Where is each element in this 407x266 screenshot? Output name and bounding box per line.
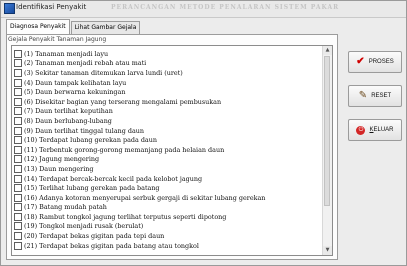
symptom-checkbox[interactable] [14,184,22,193]
symptom-label: (12) Jagung mengering [24,155,100,164]
tab-lihat-gambar-gejala[interactable]: Lihat Gambar Gejala [70,21,141,34]
symptom-item[interactable]: (12) Jagung mengering [14,155,322,165]
symptom-label: (9) Daun terlihat tinggal tulang daun [24,126,145,135]
symptom-label: (5) Daun berwarna kekuningan [24,88,126,97]
proses-button[interactable]: ✔ PROSES [348,51,402,73]
symptom-checkbox[interactable] [14,232,22,241]
symptom-item[interactable]: (5) Daun berwarna kekuningan [14,87,322,97]
group-label: Gejala Penyakit Tanaman Jagung [7,36,108,43]
symptom-item[interactable]: (14) Terdapat bercak-bercak kecil pada k… [14,174,322,184]
symptom-label: (17) Batang mudah patah [24,203,107,212]
symptom-checkbox[interactable] [14,78,22,87]
check-icon: ✔ [356,56,365,67]
scroll-thumb[interactable] [324,56,330,206]
keluar-button[interactable]: ⏻ KELUAR [348,119,402,141]
symptom-label: (1) Tanaman menjadi layu [24,49,109,58]
symptom-item[interactable]: (20) Terdapat bekas gigitan pada tepi da… [14,231,322,241]
symptom-list: (1) Tanaman menjadi layu (2) Tanaman menj… [14,49,322,250]
symptom-item[interactable]: (10) Terdapat lubang gerekan pada daun [14,135,322,145]
symptom-item[interactable]: (19) Tongkol menjadi rusak (berulat) [14,222,322,232]
symptom-item[interactable]: (13) Daun mengering [14,164,322,174]
symptom-item[interactable]: (18) Rambut tongkol jagung terlihat terp… [14,212,322,222]
symptom-checkbox[interactable] [14,203,22,212]
reset-button[interactable]: ✎ RESET [348,85,402,107]
tab-strip: Diagnosa Penyakit Lihat Gambar Gejala [6,19,141,34]
symptom-item[interactable]: (4) Daun tampak kelihatan layu [14,78,322,88]
symptom-item[interactable]: (17) Batang mudah patah [14,203,322,213]
symptom-checkbox[interactable] [14,88,22,97]
vertical-scrollbar[interactable]: ▲ ▼ [322,46,332,255]
symptom-item[interactable]: (15) Terlihat lubang gerekan pada batang [14,183,322,193]
symptom-checkbox[interactable] [14,212,22,221]
symptom-label: (18) Rambut tongkol jagung terlihat terp… [24,212,227,221]
symptom-checkbox[interactable] [14,59,22,68]
symptom-label: (6) Disekitar bagian yang terserang meng… [24,97,222,106]
scroll-up-icon[interactable]: ▲ [323,46,332,55]
symptom-checkbox[interactable] [14,241,22,250]
symptom-checkbox[interactable] [14,222,22,231]
symptom-checkbox[interactable] [14,155,22,164]
window-title: Identifikasi Penyakit [16,3,87,11]
app-icon [4,3,15,14]
symptom-checkbox[interactable] [14,164,22,173]
symptom-item[interactable]: (2) Tanaman menjadi rebah atau mati [14,59,322,69]
exit-icon: ⏻ [356,125,366,135]
symptom-label: (4) Daun tampak kelihatan layu [24,78,127,87]
banner-title: PERANCANGAN METODE PENALARAN SISTEM PAKA… [111,4,340,11]
symptom-checkbox[interactable] [14,136,22,145]
keluar-button-label: KELUAR [369,127,394,133]
proses-button-label: PROSES [368,59,394,65]
symptom-label: (15) Terlihat lubang gerekan pada batang [24,184,160,193]
symptom-checkbox[interactable] [14,193,22,202]
symptom-label: (19) Tongkol menjadi rusak (berulat) [24,222,144,231]
symptom-checkbox[interactable] [14,116,22,125]
symptom-label: (21) Terdapat bekas gigitan pada batang … [24,241,199,250]
symptom-label: (16) Adanya kotoran menyerupai serbuk ge… [24,193,266,202]
symptom-item[interactable]: (16) Adanya kotoran menyerupai serbuk ge… [14,193,322,203]
symptom-checklist[interactable]: (1) Tanaman menjadi layu (2) Tanaman menj… [11,45,333,256]
symptom-checkbox[interactable] [14,145,22,154]
symptom-label: (14) Terdapat bercak-bercak kecil pada k… [24,174,203,183]
symptom-item[interactable]: (3) Sekitar tanaman ditemukan larva lund… [14,68,322,78]
symptom-checkbox[interactable] [14,107,22,116]
symptom-label: (3) Sekitar tanaman ditemukan larva lund… [24,68,183,77]
symptom-label: (10) Terdapat lubang gerekan pada daun [24,136,157,145]
symptom-item[interactable]: (1) Tanaman menjadi layu [14,49,322,59]
symptom-item[interactable]: (21) Terdapat bekas gigitan pada batang … [14,241,322,251]
title-bar: Identifikasi Penyakit PERANCANGAN METODE… [1,1,406,18]
symptom-item[interactable]: (7) Daun terlihat keputihan [14,107,322,117]
symptom-item[interactable]: (8) Daun berlubang-lubang [14,116,322,126]
symptom-checkbox[interactable] [14,49,22,58]
symptom-checkbox[interactable] [14,68,22,77]
symptom-item[interactable]: (11) Terbentuk gorong-gorong memanjang p… [14,145,322,155]
symptom-checkbox[interactable] [14,97,22,106]
scroll-down-icon[interactable]: ▼ [323,246,332,255]
symptom-label: (13) Daun mengering [24,164,94,173]
broom-icon: ✎ [358,90,368,101]
symptom-label: (7) Daun terlihat keputihan [24,107,113,116]
symptom-item[interactable]: (6) Disekitar bagian yang terserang meng… [14,97,322,107]
symptom-label: (2) Tanaman menjadi rebah atau mati [24,59,147,68]
symptom-label: (20) Terdapat bekas gigitan pada tepi da… [24,232,165,241]
app-window: Identifikasi Penyakit PERANCANGAN METODE… [0,0,407,266]
symptom-checkbox[interactable] [14,126,22,135]
symptom-label: (8) Daun berlubang-lubang [24,116,112,125]
symptom-label: (11) Terbentuk gorong-gorong memanjang p… [24,145,225,154]
symptom-item[interactable]: (9) Daun terlihat tinggal tulang daun [14,126,322,136]
reset-button-label: RESET [371,93,392,99]
symptom-checkbox[interactable] [14,174,22,183]
tab-diagnosa-penyakit[interactable]: Diagnosa Penyakit [6,19,70,34]
